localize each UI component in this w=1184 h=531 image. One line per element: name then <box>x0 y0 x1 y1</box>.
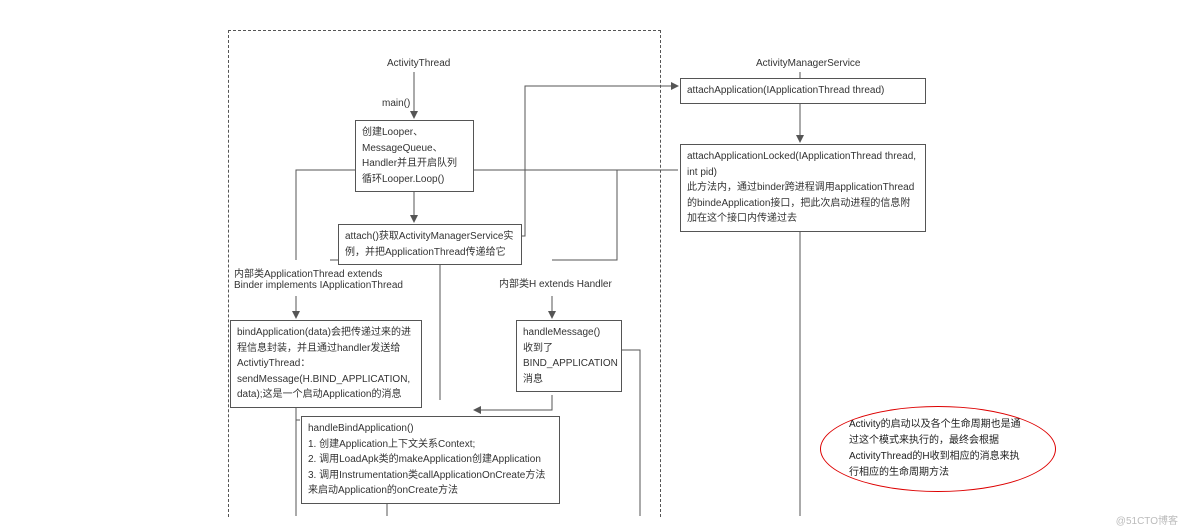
inner-app-thread-label: 内部类ApplicationThread extends Binder impl… <box>232 265 405 291</box>
main-label: main() <box>380 98 412 109</box>
attach-application-box: attachApplication(IApplicationThread thr… <box>680 78 926 104</box>
watermark: @51CTO博客 <box>1116 512 1178 527</box>
activity-thread-label: ActivityThread <box>385 58 452 69</box>
attach-box: attach()获取ActivityManagerService实例，并把App… <box>338 224 522 265</box>
ams-label: ActivityManagerService <box>754 58 862 69</box>
inner-app-thread-line2: Binder implements IApplicationThread <box>234 280 403 291</box>
bind-application-box: bindApplication(data)会把传递过来的进程信息封装，并且通过h… <box>230 320 422 408</box>
inner-h-label: 内部类H extends Handler <box>497 275 614 290</box>
note-ellipse: Activity的启动以及各个生命周期也是通过这个模式来执行的，最终会根据Act… <box>820 406 1056 492</box>
inner-app-thread-line1: 内部类ApplicationThread extends <box>234 269 382 280</box>
handle-bind-application-box: handleBindApplication() 1. 创建Application… <box>301 416 560 504</box>
note-text: Activity的启动以及各个生命周期也是通过这个模式来执行的，最终会根据Act… <box>849 417 1027 481</box>
handle-message-box: handleMessage() 收到了BIND_APPLICATION消息 <box>516 320 622 392</box>
looper-box: 创建Looper、MessageQueue、Handler并且开启队列循环Loo… <box>355 120 474 192</box>
attach-application-locked-box: attachApplicationLocked(IApplicationThre… <box>680 144 926 232</box>
